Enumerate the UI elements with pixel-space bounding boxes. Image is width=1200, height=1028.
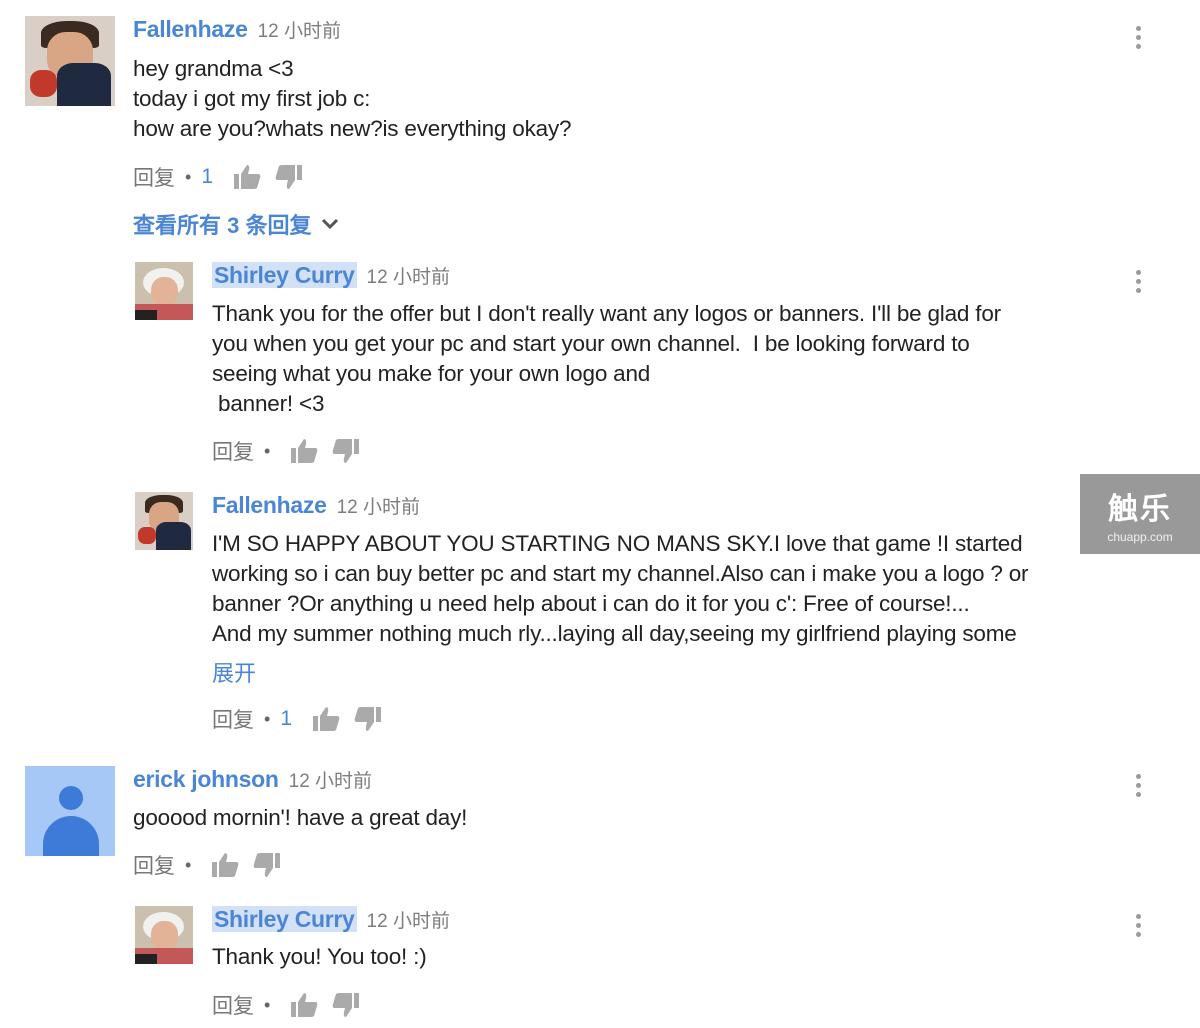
timestamp[interactable]: 12 小时前 [258,21,341,42]
comment-actions: 回复 • 1 [133,162,317,192]
comment-text: I'M SO HAPPY ABOUT YOU STARTING NO MANS … [212,531,1029,646]
watermark-site: chuapp.com [1107,530,1173,544]
comment-header: erick johnson 12 小时前 [133,766,372,793]
thumb-up-icon[interactable] [233,164,261,190]
reply-button[interactable]: 回复 [212,704,254,734]
comment-header: Fallenhaze 12 小时前 [133,16,341,43]
more-options-icon[interactable] [1136,774,1142,797]
thumb-up-icon[interactable] [290,992,318,1018]
thumb-down-icon[interactable] [332,438,360,464]
reply-button[interactable]: 回复 [212,990,254,1020]
avatar-shirley-curry[interactable] [135,906,193,964]
default-avatar-icon[interactable] [25,766,115,856]
reply-button[interactable]: 回复 [212,436,254,466]
comment-text: Thank you! You too! :) [212,944,427,969]
comment-actions: 回复 • 1 [212,704,396,734]
reply-button[interactable]: 回复 [133,162,175,192]
comment-text: hey grandma <3 today i got my first job … [133,56,572,141]
thumb-down-icon[interactable] [332,992,360,1018]
timestamp[interactable]: 12 小时前 [289,771,372,792]
expand-link[interactable]: 展开 [212,656,256,688]
view-replies-label: 查看所有 3 条回复 [133,213,312,238]
author-name[interactable]: Shirley Curry [212,262,357,288]
separator-dot: • [185,854,192,875]
author-name[interactable]: Fallenhaze [133,16,248,42]
timestamp[interactable]: 12 小时前 [337,497,420,518]
timestamp[interactable]: 12 小时前 [367,911,450,932]
thumb-down-icon[interactable] [354,706,382,732]
chevron-down-icon [322,218,339,230]
watermark-badge: 触乐 chuapp.com [1080,474,1200,554]
thumb-up-icon[interactable] [211,852,239,878]
thumb-down-icon[interactable] [275,164,303,190]
avatar-shirley-curry[interactable] [135,262,193,320]
reply-button[interactable]: 回复 [133,850,175,880]
comment-text: Thank you for the offer but I don't real… [212,301,1001,416]
thumb-up-icon[interactable] [290,438,318,464]
separator-dot: • [264,708,271,729]
comment-actions: 回复 • [212,990,374,1020]
more-options-icon[interactable] [1136,270,1142,293]
separator-dot: • [264,440,271,461]
comment-actions: 回复 • [212,436,374,466]
more-options-icon[interactable] [1136,26,1142,49]
comment-header: Shirley Curry 12 小时前 [212,906,450,933]
watermark-logo: 触乐 [1108,493,1172,526]
separator-dot: • [264,994,271,1015]
comment-header: Shirley Curry 12 小时前 [212,262,450,289]
like-count: 1 [201,165,213,188]
thumb-up-icon[interactable] [312,706,340,732]
more-options-icon[interactable] [1136,914,1142,937]
author-name[interactable]: Shirley Curry [212,906,357,932]
timestamp[interactable]: 12 小时前 [367,267,450,288]
author-name[interactable]: erick johnson [133,766,279,792]
like-count: 1 [280,707,292,730]
comment-header: Fallenhaze 12 小时前 [212,492,420,519]
comment-actions: 回复 • [133,850,295,880]
thumb-down-icon[interactable] [253,852,281,878]
author-name[interactable]: Fallenhaze [212,492,327,518]
avatar-fallenhaze[interactable] [25,16,115,106]
separator-dot: • [185,166,192,187]
avatar-fallenhaze[interactable] [135,492,193,550]
view-all-replies-link[interactable]: 查看所有 3 条回复 [133,208,339,240]
comment-text: gooood mornin'! have a great day! [133,805,468,830]
